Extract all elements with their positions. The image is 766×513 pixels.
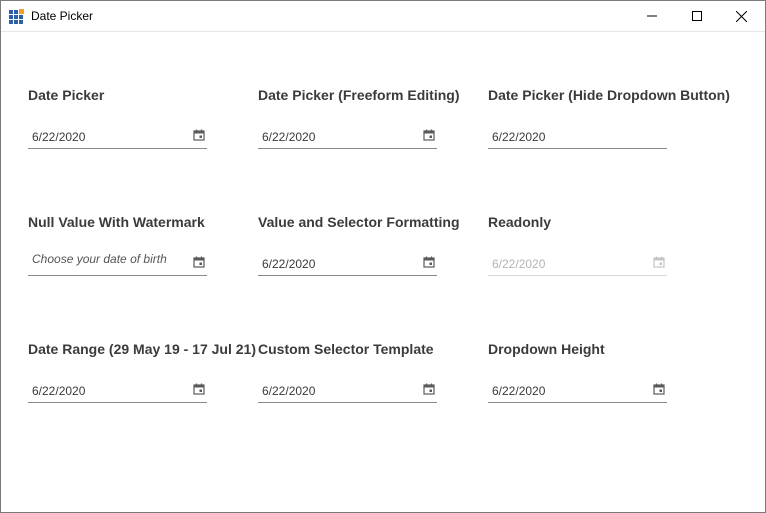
window-title: Date Picker <box>31 9 94 23</box>
section-label: Value and Selector Formatting <box>258 214 460 230</box>
date-value: 6/22/2020 <box>492 384 546 398</box>
date-value: 6/22/2020 <box>492 130 546 144</box>
close-icon <box>736 10 747 22</box>
section-label: Date Picker (Hide Dropdown Button) <box>488 87 730 103</box>
section-label: Custom Selector Template <box>258 341 434 357</box>
date-picker-input[interactable]: 6/22/2020 <box>28 124 207 149</box>
date-picker-input[interactable]: 6/22/2020 <box>258 378 437 403</box>
section-label: Date Picker <box>28 87 105 103</box>
section-label: Null Value With Watermark <box>28 214 205 230</box>
date-value: 6/22/2020 <box>262 384 316 398</box>
calendar-icon[interactable] <box>423 129 435 141</box>
date-value: 6/22/2020 <box>262 257 316 271</box>
calendar-icon[interactable] <box>193 256 205 268</box>
date-value: 6/22/2020 <box>32 384 86 398</box>
minimize-button[interactable] <box>629 1 674 31</box>
title-bar: Date Picker <box>1 1 765 32</box>
date-picker-input[interactable]: 6/22/2020 <box>488 378 667 403</box>
calendar-icon[interactable] <box>653 383 665 395</box>
app-window: Date Picker Date Picker 6/22/2020 Date P… <box>0 0 766 513</box>
section-label: Date Range (29 May 19 - 17 Jul 21) <box>28 341 256 357</box>
date-picker-input[interactable]: 6/22/2020 <box>488 124 667 149</box>
date-picker-input[interactable]: Choose your date of birth <box>28 251 207 276</box>
calendar-icon[interactable] <box>193 383 205 395</box>
calendar-icon[interactable] <box>193 129 205 141</box>
date-value: 6/22/2020 <box>492 257 546 271</box>
section-label: Dropdown Height <box>488 341 605 357</box>
maximize-button[interactable] <box>674 1 719 31</box>
section-label: Readonly <box>488 214 552 230</box>
date-value: 6/22/2020 <box>32 130 86 144</box>
readonly-date-picker: 6/22/2020 <box>488 251 667 276</box>
calendar-icon[interactable] <box>423 383 435 395</box>
close-button[interactable] <box>719 1 764 31</box>
date-value: 6/22/2020 <box>262 130 316 144</box>
date-picker-input[interactable]: 6/22/2020 <box>258 251 437 276</box>
date-picker-input[interactable]: 6/22/2020 <box>28 378 207 403</box>
app-icon <box>9 9 24 24</box>
minimize-icon <box>646 15 657 17</box>
calendar-icon[interactable] <box>423 256 435 268</box>
watermark-placeholder: Choose your date of birth <box>32 252 167 266</box>
section-label: Date Picker (Freeform Editing) <box>258 87 460 103</box>
calendar-icon <box>653 256 665 268</box>
date-picker-input[interactable]: 6/22/2020 <box>258 124 437 149</box>
maximize-icon <box>691 11 702 21</box>
